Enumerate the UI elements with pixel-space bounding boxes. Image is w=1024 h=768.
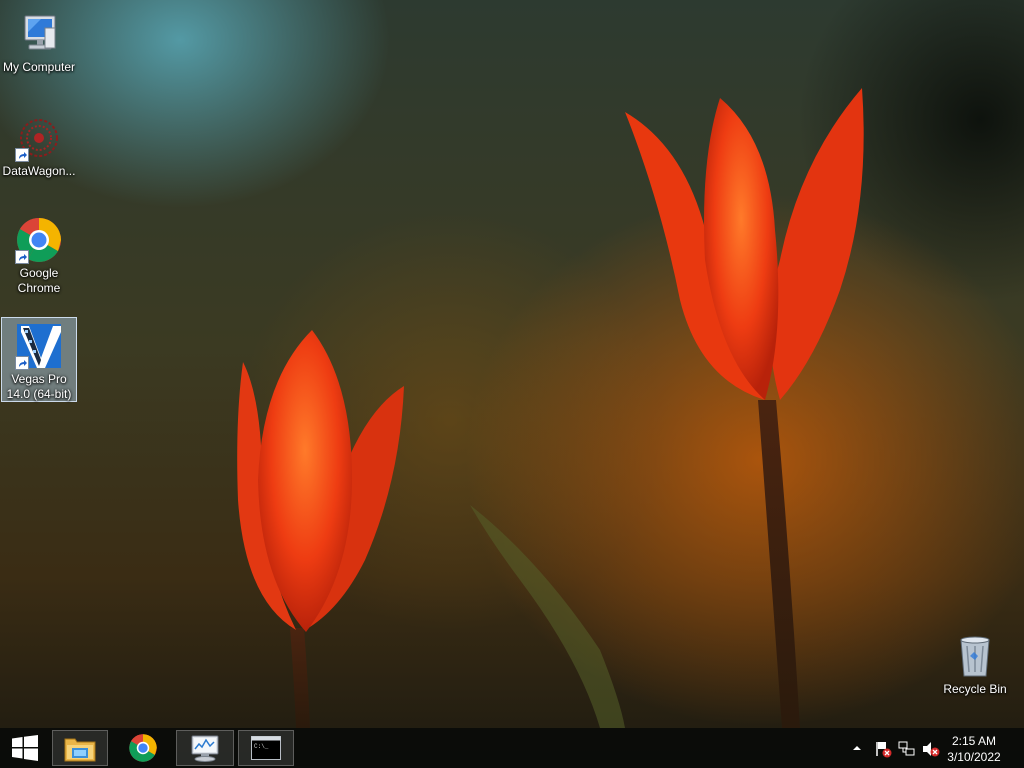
taskbar-performance-monitor[interactable] <box>176 730 234 766</box>
desktop-icon-datawagon[interactable]: DataWagon... <box>1 110 77 179</box>
desktop-icon-label: Recycle Bin <box>943 682 1007 696</box>
desktop-icon-label: DataWagon... <box>2 164 76 178</box>
desktop-icon-label: My Computer <box>2 60 76 74</box>
wallpaper <box>237 88 864 728</box>
shortcut-arrow-icon <box>15 356 29 370</box>
svg-text:C:\_: C:\_ <box>254 743 269 750</box>
taskbar-command-prompt[interactable]: C:\_ <box>238 730 294 766</box>
clock-date: 3/10/2022 <box>947 750 1001 764</box>
recycle-bin-icon <box>951 632 999 680</box>
vegas-pro-icon <box>15 322 63 370</box>
desktop-icon-label: Google Chrome <box>17 266 61 295</box>
chrome-icon <box>129 734 157 762</box>
command-prompt-icon: C:\_ <box>251 736 281 760</box>
desktop-icon-label: Vegas Pro 14.0 (64-bit) <box>6 372 72 401</box>
action-center-flag-icon[interactable] <box>874 740 892 758</box>
taskbar-file-explorer[interactable] <box>52 730 108 766</box>
start-windows-icon <box>12 735 38 761</box>
taskbar: C:\_ 2:15 AM 3/10/2022 <box>0 728 1024 768</box>
volume-muted-icon[interactable] <box>922 740 940 758</box>
shortcut-arrow-icon <box>15 148 29 162</box>
taskbar-chrome[interactable] <box>114 728 172 768</box>
performance-monitor-icon <box>191 735 219 762</box>
datawagon-icon <box>15 114 63 162</box>
desktop-icon-recycle-bin[interactable]: Recycle Bin <box>937 628 1013 697</box>
start-button[interactable] <box>0 728 50 768</box>
network-icon[interactable] <box>898 740 916 758</box>
desktop-icon-google-chrome[interactable]: Google Chrome <box>1 212 77 296</box>
taskbar-clock[interactable]: 2:15 AM 3/10/2022 <box>944 733 1004 765</box>
desktop-icon-vegas-pro[interactable]: Vegas Pro 14.0 (64-bit) <box>1 317 77 402</box>
computer-icon <box>15 10 63 58</box>
shortcut-arrow-icon <box>15 250 29 264</box>
system-tray <box>846 728 946 768</box>
clock-time: 2:15 AM <box>951 734 997 748</box>
desktop-icon-my-computer[interactable]: My Computer <box>1 6 77 75</box>
show-hidden-icons-chevron[interactable] <box>852 743 862 753</box>
chrome-icon <box>15 216 63 264</box>
file-explorer-icon <box>64 738 96 762</box>
